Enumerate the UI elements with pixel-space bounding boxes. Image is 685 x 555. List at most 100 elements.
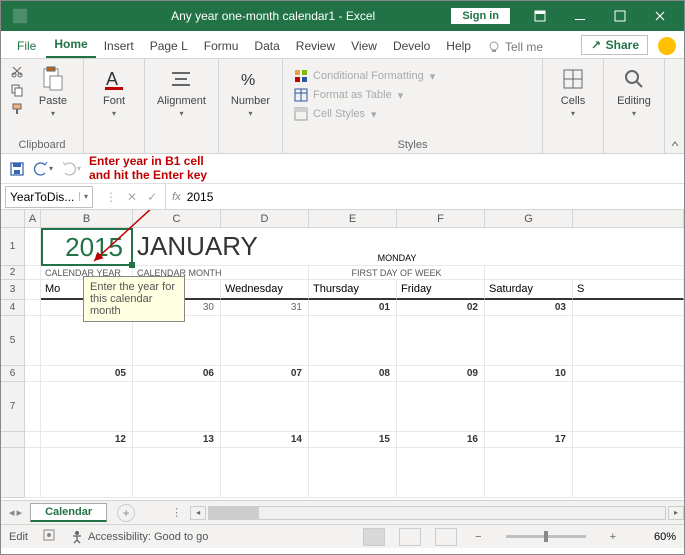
zoom-slider[interactable] [506,535,586,538]
zoom-out-button[interactable]: − [471,531,485,543]
day-header[interactable]: Wednesday [221,280,309,300]
tell-me-search[interactable]: Tell me [479,36,551,58]
cell-styles-button[interactable]: Cell Styles▾ [291,105,534,123]
add-sheet-button[interactable]: + [117,504,135,522]
calendar-day[interactable]: 15 [309,432,397,448]
undo-button[interactable]: ▾ [33,161,53,177]
fx-icon[interactable]: fx [166,191,181,203]
cell[interactable] [309,448,397,498]
conditional-formatting-button[interactable]: Conditional Formatting▾ [291,67,534,85]
tab-review[interactable]: Review [288,33,343,58]
row-header[interactable]: 4 [1,300,25,316]
calendar-day[interactable]: 12 [41,432,133,448]
calendar-day[interactable]: 02 [397,300,485,316]
cell[interactable] [41,448,133,498]
tab-help[interactable]: Help [438,33,479,58]
cell[interactable] [485,382,573,432]
cell[interactable] [573,432,684,448]
cell[interactable] [41,382,133,432]
column-header[interactable]: G [485,210,573,227]
view-normal-button[interactable] [363,528,385,546]
row-header[interactable]: 5 [1,316,25,366]
cell[interactable] [133,316,221,366]
calendar-day[interactable]: 01 [309,300,397,316]
tab-file[interactable]: File [9,33,46,58]
cell[interactable] [573,366,684,382]
font-button[interactable]: A Font ▾ [92,63,136,120]
tab-page-layout[interactable]: Page L [142,33,196,58]
cell-first-day[interactable]: MONDAY [309,228,485,266]
close-button[interactable] [640,1,680,31]
cell-b1-year[interactable]: 2015 [41,228,133,266]
column-header[interactable] [573,210,684,227]
cancel-formula-button[interactable]: ✕ [127,190,137,204]
cell[interactable] [25,316,41,366]
paste-button[interactable]: Paste ▾ [31,63,75,120]
cell[interactable] [25,266,41,280]
cell[interactable] [485,266,684,280]
calendar-day[interactable]: 14 [221,432,309,448]
calendar-day[interactable]: 10 [485,366,573,382]
cell[interactable] [397,316,485,366]
zoom-in-button[interactable]: + [606,531,620,543]
calendar-day[interactable]: 08 [309,366,397,382]
alignment-button[interactable]: Alignment ▾ [153,63,210,120]
calendar-day[interactable]: 05 [41,366,133,382]
cell[interactable] [133,382,221,432]
calendar-day[interactable]: 16 [397,432,485,448]
row-header[interactable]: 2 [1,266,25,280]
collapse-ribbon-button[interactable] [664,59,684,153]
day-header[interactable]: Saturday [485,280,573,300]
calendar-day[interactable]: 13 [133,432,221,448]
cell[interactable] [25,382,41,432]
cell[interactable] [25,432,41,448]
cell[interactable] [25,366,41,382]
redo-button[interactable]: ▾ [61,161,81,177]
cell[interactable] [221,316,309,366]
cell[interactable] [485,228,684,266]
cell[interactable] [133,448,221,498]
tab-view[interactable]: View [343,33,385,58]
sign-in-button[interactable]: Sign in [451,8,510,24]
cell[interactable] [485,316,573,366]
scroll-right-button[interactable]: ▸ [668,506,684,520]
editing-button[interactable]: Editing ▾ [612,63,656,120]
row-header[interactable] [1,432,25,448]
horizontal-scrollbar[interactable] [208,506,666,520]
view-page-break-button[interactable] [435,528,457,546]
day-header[interactable]: Thursday [309,280,397,300]
sheet-tab-calendar[interactable]: Calendar [30,503,107,522]
cell[interactable] [309,382,397,432]
cut-icon[interactable] [9,63,25,79]
calendar-day[interactable]: 31 [221,300,309,316]
cell-first-day-label[interactable]: FIRST DAY OF WEEK [309,266,485,280]
view-page-layout-button[interactable] [399,528,421,546]
share-button[interactable]: Share [581,35,648,55]
column-header[interactable]: D [221,210,309,227]
cell[interactable] [221,382,309,432]
zoom-level[interactable]: 60% [634,531,676,543]
select-all-corner[interactable] [1,210,25,227]
chevron-down-icon[interactable]: ▾ [79,192,88,201]
tab-developer[interactable]: Develo [385,33,438,58]
sheet-nav-first[interactable]: ◂ [9,506,15,519]
format-as-table-button[interactable]: Format as Table▾ [291,86,534,104]
ribbon-display-options-button[interactable] [520,1,560,31]
tab-formulas[interactable]: Formu [196,33,247,58]
cells-button[interactable]: Cells ▾ [551,63,595,120]
column-header[interactable]: A [25,210,41,227]
tab-data[interactable]: Data [246,33,287,58]
cell[interactable] [25,448,41,498]
save-button[interactable] [9,161,25,177]
cell[interactable] [573,316,684,366]
copy-icon[interactable] [9,82,25,98]
cell[interactable] [221,448,309,498]
number-button[interactable]: % Number ▾ [227,63,274,120]
row-header[interactable]: 6 [1,366,25,382]
cell[interactable] [573,300,684,316]
cell[interactable] [397,448,485,498]
macro-record-icon[interactable] [42,528,56,545]
maximize-button[interactable] [600,1,640,31]
cell[interactable] [485,448,573,498]
sheet-nav-last[interactable]: ▸ [17,506,23,519]
